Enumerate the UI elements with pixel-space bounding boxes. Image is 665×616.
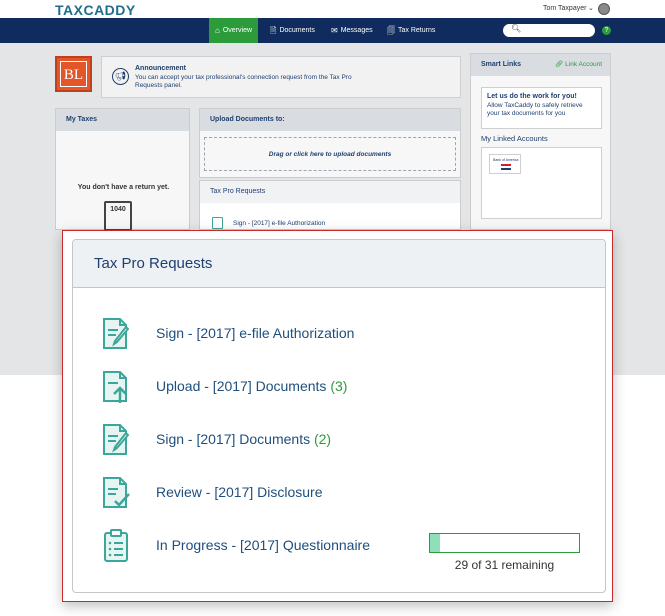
- list-item[interactable]: Sign - [2017] e-file Authorization: [212, 217, 325, 229]
- chevron-down-icon[interactable]: ⌄: [588, 4, 594, 12]
- clipboard-icon: [104, 529, 128, 562]
- sign-document-icon: [103, 424, 130, 455]
- tax-return-icon: 🗐: [387, 26, 395, 35]
- nav-documents[interactable]: 🗎 Documents: [264, 18, 321, 43]
- upload-document-icon: [103, 371, 127, 403]
- avatar[interactable]: [598, 3, 610, 15]
- request-count-badge: (3): [330, 378, 348, 394]
- nav-tax-returns[interactable]: 🗐 Tax Returns: [381, 18, 441, 43]
- nav-label: Tax Returns: [398, 27, 436, 34]
- progress-fill: [430, 534, 440, 552]
- bank-account-tile[interactable]: Bank of America: [489, 154, 521, 174]
- nav-label: Documents: [279, 27, 315, 34]
- linked-accounts-title: My Linked Accounts: [481, 134, 548, 143]
- link-account-button[interactable]: 🔗︎ Link Account: [555, 54, 602, 76]
- taxcaddy-logo[interactable]: TAXCADDY: [55, 2, 136, 18]
- tax-form-icon: 1040: [104, 201, 132, 231]
- upload-dropzone[interactable]: Drag or click here to upload documents: [204, 137, 456, 171]
- linked-accounts-list: Bank of America: [481, 147, 602, 219]
- nav-overview[interactable]: ⌂ Overview: [209, 18, 259, 43]
- review-document-icon: [103, 477, 130, 508]
- sign-document-icon: [103, 318, 130, 349]
- nav-messages[interactable]: ✉ Messages: [325, 18, 379, 43]
- help-icon[interactable]: ?: [602, 26, 611, 35]
- panel-title: Upload Documents to:: [200, 109, 460, 131]
- request-item-questionnaire[interactable]: In Progress - [2017] Questionnaire 29 of…: [98, 528, 588, 572]
- tax-pro-requests-modal: Tax Pro Requests Sign - [2017] e-file Au…: [72, 239, 606, 593]
- announcement-title: Announcement: [135, 65, 186, 72]
- bank-flag-icon: [501, 164, 511, 170]
- request-label: Upload - [2017] Documents (3): [156, 378, 348, 394]
- questionnaire-progress-bar: [429, 533, 580, 553]
- promo-text: Allow TaxCaddy to safely retrieve your t…: [487, 102, 583, 117]
- request-item-sign-efile[interactable]: Sign - [2017] e-file Authorization: [98, 316, 588, 352]
- message-icon: ✉: [331, 26, 338, 35]
- modal-highlight-frame: Tax Pro Requests Sign - [2017] e-file Au…: [62, 230, 613, 602]
- panel-title: Smart Links: [481, 61, 522, 68]
- request-label: Sign - [2017] e-file Authorization: [156, 325, 355, 341]
- empty-state-text: You don't have a return yet.: [77, 184, 170, 191]
- promo-card[interactable]: Let us do the work for you! Allow TaxCad…: [481, 87, 602, 129]
- firm-logo: BL: [55, 56, 92, 92]
- promo-title: Let us do the work for you!: [487, 93, 577, 100]
- my-taxes-panel: My Taxes You don't have a return yet. 10…: [55, 108, 190, 231]
- bank-logo: Bank of America: [493, 158, 519, 162]
- request-count-badge: (2): [313, 431, 332, 447]
- nav-label: Overview: [222, 27, 253, 34]
- panel-header: Smart Links 🔗︎ Link Account: [471, 54, 610, 76]
- panel-title: My Taxes: [56, 109, 189, 131]
- request-item-upload-documents[interactable]: Upload - [2017] Documents (3): [98, 369, 588, 405]
- request-label: In Progress - [2017] Questionnaire: [156, 537, 371, 553]
- tax-pro-requests-panel: Tax Pro Requests Sign - [2017] e-file Au…: [199, 180, 461, 230]
- search-input[interactable]: 🔍︎: [503, 24, 595, 37]
- request-label: Sign - [2017] Documents (2): [156, 431, 332, 447]
- progress-text: 29 of 31 remaining: [454, 558, 555, 572]
- panel-title: Tax Pro Requests: [200, 181, 460, 203]
- search-icon: 🔍︎: [511, 24, 522, 33]
- announcement-text: You can accept your tax professional's c…: [135, 74, 352, 89]
- list-item-label: Sign - [2017] e-file Authorization: [233, 219, 326, 227]
- main-nav: ⌂ Overview 🗎 Documents ✉ Messages 🗐 Tax …: [0, 18, 665, 43]
- user-name[interactable]: Tom Taxpayer: [543, 5, 586, 12]
- nav-label: Messages: [340, 27, 373, 34]
- modal-title: Tax Pro Requests: [73, 240, 605, 288]
- sign-document-icon: [212, 217, 223, 229]
- request-item-sign-documents[interactable]: Sign - [2017] Documents (2): [98, 422, 588, 458]
- request-item-review-disclosure[interactable]: Review - [2017] Disclosure: [98, 475, 588, 511]
- megaphone-icon: 📢︎: [112, 68, 129, 85]
- home-icon: ⌂: [215, 26, 220, 35]
- document-icon: 🗎: [270, 26, 277, 35]
- upload-panel: Upload Documents to: Drag or click here …: [199, 108, 461, 178]
- announcement-banner: 📢︎ Announcement You can accept your tax …: [101, 56, 461, 98]
- request-label: Review - [2017] Disclosure: [156, 484, 323, 500]
- brand-bar: TAXCADDY Tom Taxpayer ⌄: [0, 0, 665, 18]
- smart-links-panel: Smart Links 🔗︎ Link Account Let us do th…: [470, 53, 611, 230]
